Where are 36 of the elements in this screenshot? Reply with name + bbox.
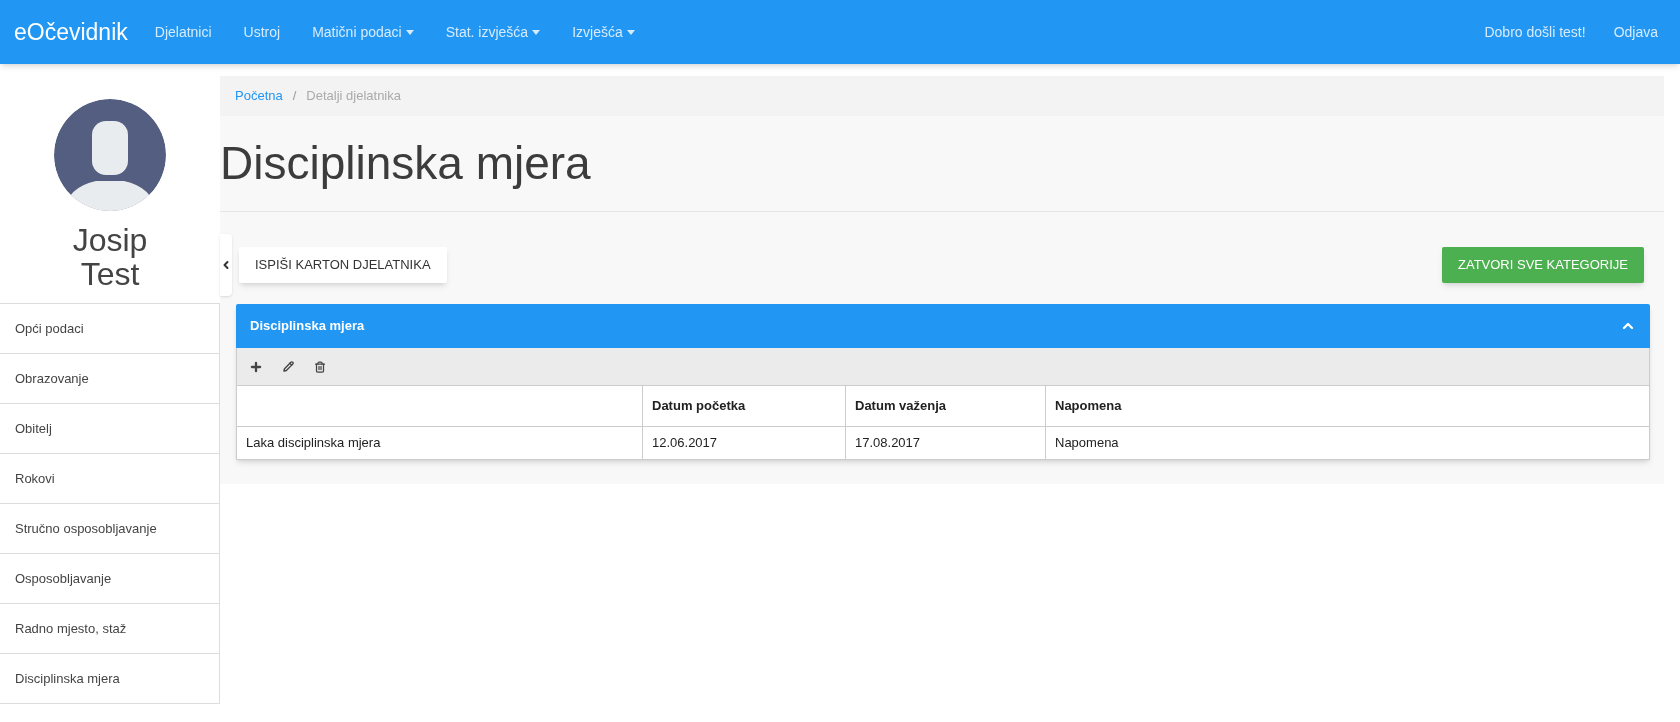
sidebar-item[interactable]: Rokovi (0, 454, 220, 504)
nav-link[interactable]: Djelatnici (141, 21, 225, 43)
close-all-button[interactable]: ZATVORI SVE KATEGORIJE (1442, 247, 1644, 283)
table-cell: Napomena (1045, 426, 1650, 460)
add-icon[interactable] (249, 359, 263, 374)
column-header: Datum početka (642, 385, 846, 427)
logout-link[interactable]: Odjava (1613, 21, 1658, 43)
panel-title: Disciplinska mjera (250, 317, 365, 336)
employee-name: Josip Test (71, 223, 149, 291)
table-cell: 17.08.2017 (845, 426, 1046, 460)
nav-link[interactable]: Stat. izvješća (432, 21, 554, 43)
nav-link[interactable]: Ustroj (230, 21, 294, 43)
page-title: Disciplinska mjera (220, 136, 591, 191)
column-header: Datum važenja (845, 385, 1046, 427)
breadcrumb-link[interactable]: Početna (235, 86, 283, 106)
edit-icon[interactable] (283, 361, 294, 372)
caret-icon (405, 29, 414, 35)
sidebar-item[interactable]: Disciplinska mjera (0, 654, 220, 704)
nav-link[interactable]: Izvješća (559, 21, 648, 43)
caret-icon (532, 29, 541, 35)
table-cell: 12.06.2017 (642, 426, 846, 460)
brand-logo[interactable]: eOčevidnik (14, 14, 128, 50)
nav-link[interactable]: Matični podaci (299, 21, 427, 43)
sidebar-item[interactable]: Radno mjesto, staž (0, 604, 220, 654)
delete-icon[interactable] (314, 360, 326, 373)
table-cell: Laka disciplinska mjera (236, 426, 643, 460)
sidebar-item[interactable]: Stručno osposobljavanje (0, 504, 220, 554)
panel-header[interactable]: Disciplinska mjera (236, 304, 1650, 348)
breadcrumb-current: Detalji djelatnika (306, 87, 401, 106)
welcome-link[interactable]: Dobro došli test! (1484, 21, 1586, 43)
caret-icon (626, 29, 635, 35)
print-card-button[interactable]: ISPIŠI KARTON DJELATNIKA (239, 247, 447, 283)
sidebar-item[interactable]: Osposobljavanje (0, 554, 220, 604)
column-header: Napomena (1045, 385, 1650, 427)
avatar-silhouette-icon (54, 99, 166, 211)
breadcrumb-separator: / (292, 87, 297, 106)
